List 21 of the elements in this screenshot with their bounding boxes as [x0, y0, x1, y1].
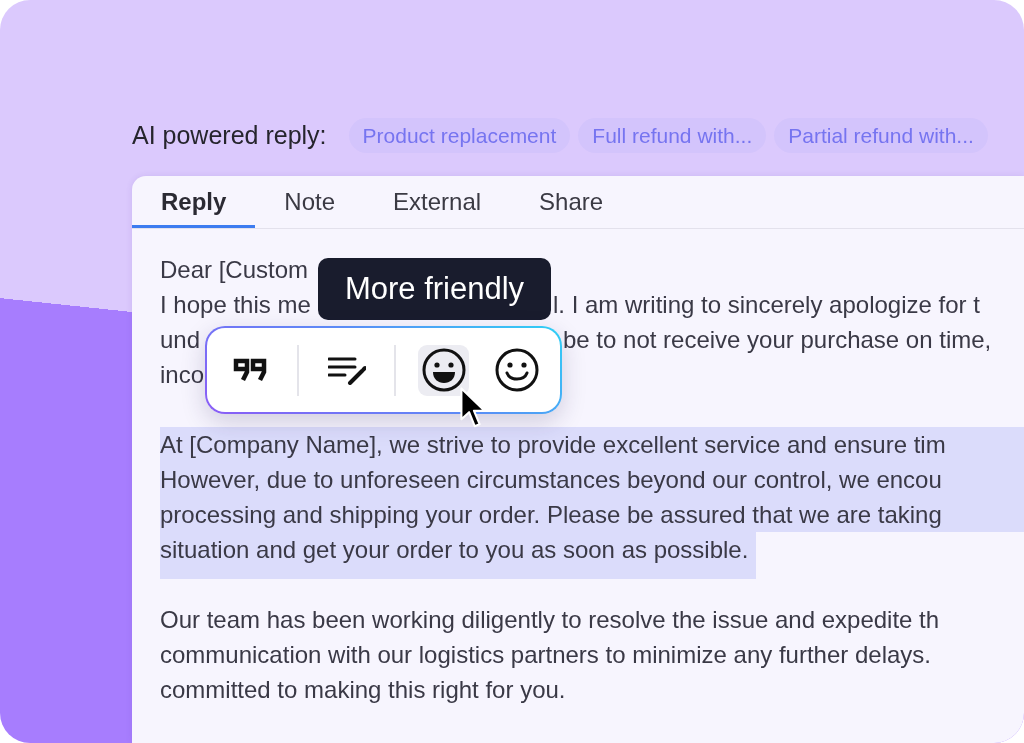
editor-tab[interactable]: Share — [510, 176, 633, 228]
body-text-line: Our team has been working diligently to resolve the issue and expedite th — [160, 605, 940, 635]
text-edit-icon — [327, 355, 366, 385]
body-text-line: I hope this me — [160, 291, 311, 318]
tooltip: More friendly — [318, 258, 551, 320]
editor-tab[interactable]: Note — [255, 176, 365, 228]
body-text-line: be to not receive your purchase on time, — [563, 325, 992, 355]
smiling-face-icon — [494, 348, 539, 392]
body-text-line: l. I am writing to sincerely apologize for t — [553, 290, 980, 320]
quote-icon — [232, 358, 267, 382]
body-text-line: inco — [160, 360, 205, 390]
body-text-line: und — [160, 326, 201, 353]
body-text-line: committed to making this right for you. — [160, 675, 566, 705]
body-text-line: communication with our logistics partners to minimize any further delays. — [160, 640, 931, 670]
tone-button[interactable] — [418, 344, 469, 396]
editor-tab[interactable]: Reply — [132, 176, 256, 228]
mouse-cursor-icon — [460, 387, 488, 429]
body-text-line: Dear [Custom — [160, 255, 309, 285]
ai-reply-label: AI powered reply: — [132, 119, 327, 151]
grinning-face-icon — [421, 348, 466, 392]
editor-tab[interactable]: External — [364, 176, 511, 228]
